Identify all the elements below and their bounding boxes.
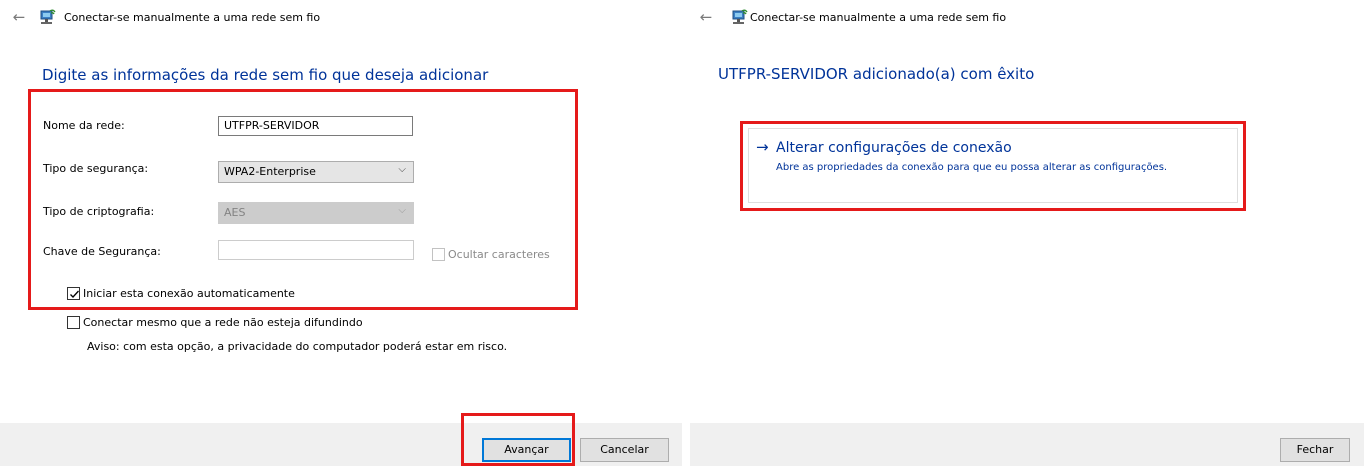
checkbox-box <box>432 248 445 261</box>
security-key-input[interactable] <box>218 240 414 260</box>
encryption-type-select[interactable]: AES ⌵ <box>218 202 414 224</box>
success-heading: UTFPR-SERVIDOR adicionado(a) com êxito <box>718 65 1035 83</box>
page-heading: Digite as informações da rede sem fio qu… <box>42 66 489 84</box>
connect-even-if-not-broadcasting-checkbox[interactable]: Conectar mesmo que a rede não esteja dif… <box>67 315 387 331</box>
encryption-type-value: AES <box>224 206 246 219</box>
security-key-label: Chave de Segurança: <box>43 245 161 258</box>
dialog-footer: Avançar Cancelar <box>0 423 682 466</box>
success-dialog: ← Conectar-se manualmente a uma rede sem… <box>690 0 1364 466</box>
network-name-input[interactable]: UTFPR-SERVIDOR <box>218 116 413 136</box>
titlebar: ← Conectar-se manualmente a uma rede sem… <box>690 9 1364 27</box>
chevron-down-icon: ⌵ <box>398 205 406 216</box>
titlebar: ← Conectar-se manualmente a uma rede sem… <box>0 9 682 27</box>
encryption-type-label: Tipo de criptografia: <box>43 205 155 218</box>
connect-even-label: Conectar mesmo que a rede não esteja dif… <box>83 316 363 329</box>
cancel-button[interactable]: Cancelar <box>580 438 669 462</box>
next-button-highlight <box>461 413 575 466</box>
security-type-value: WPA2-Enterprise <box>224 165 316 178</box>
close-button[interactable]: Fechar <box>1280 438 1350 462</box>
window-title: Conectar-se manualmente a uma rede sem f… <box>750 11 1007 24</box>
wireless-network-icon <box>38 9 56 27</box>
wireless-network-icon <box>730 9 748 27</box>
network-name-label: Nome da rede: <box>43 119 125 132</box>
checkbox-box <box>67 287 80 300</box>
security-type-select[interactable]: WPA2-Enterprise ⌵ <box>218 161 414 183</box>
security-type-label: Tipo de segurança: <box>43 162 149 175</box>
privacy-warning-text: Aviso: com esta opção, a privacidade do … <box>87 340 508 353</box>
window-title: Conectar-se manualmente a uma rede sem f… <box>64 11 321 24</box>
dialog-footer: Fechar <box>690 423 1364 466</box>
add-network-dialog: ← Conectar-se manualmente a uma rede sem… <box>0 0 682 466</box>
auto-connect-checkbox[interactable]: Iniciar esta conexão automaticamente <box>67 286 327 302</box>
back-arrow-icon[interactable]: ← <box>11 9 27 27</box>
chevron-down-icon: ⌵ <box>398 164 406 175</box>
checkmark-icon <box>70 290 79 298</box>
auto-connect-label: Iniciar esta conexão automaticamente <box>83 287 295 300</box>
hide-characters-label: Ocultar caracteres <box>448 248 550 261</box>
back-arrow-icon[interactable]: ← <box>698 9 714 27</box>
link-highlight <box>740 121 1246 211</box>
checkbox-box <box>67 316 80 329</box>
hide-characters-checkbox[interactable]: Ocultar caracteres <box>432 247 572 263</box>
